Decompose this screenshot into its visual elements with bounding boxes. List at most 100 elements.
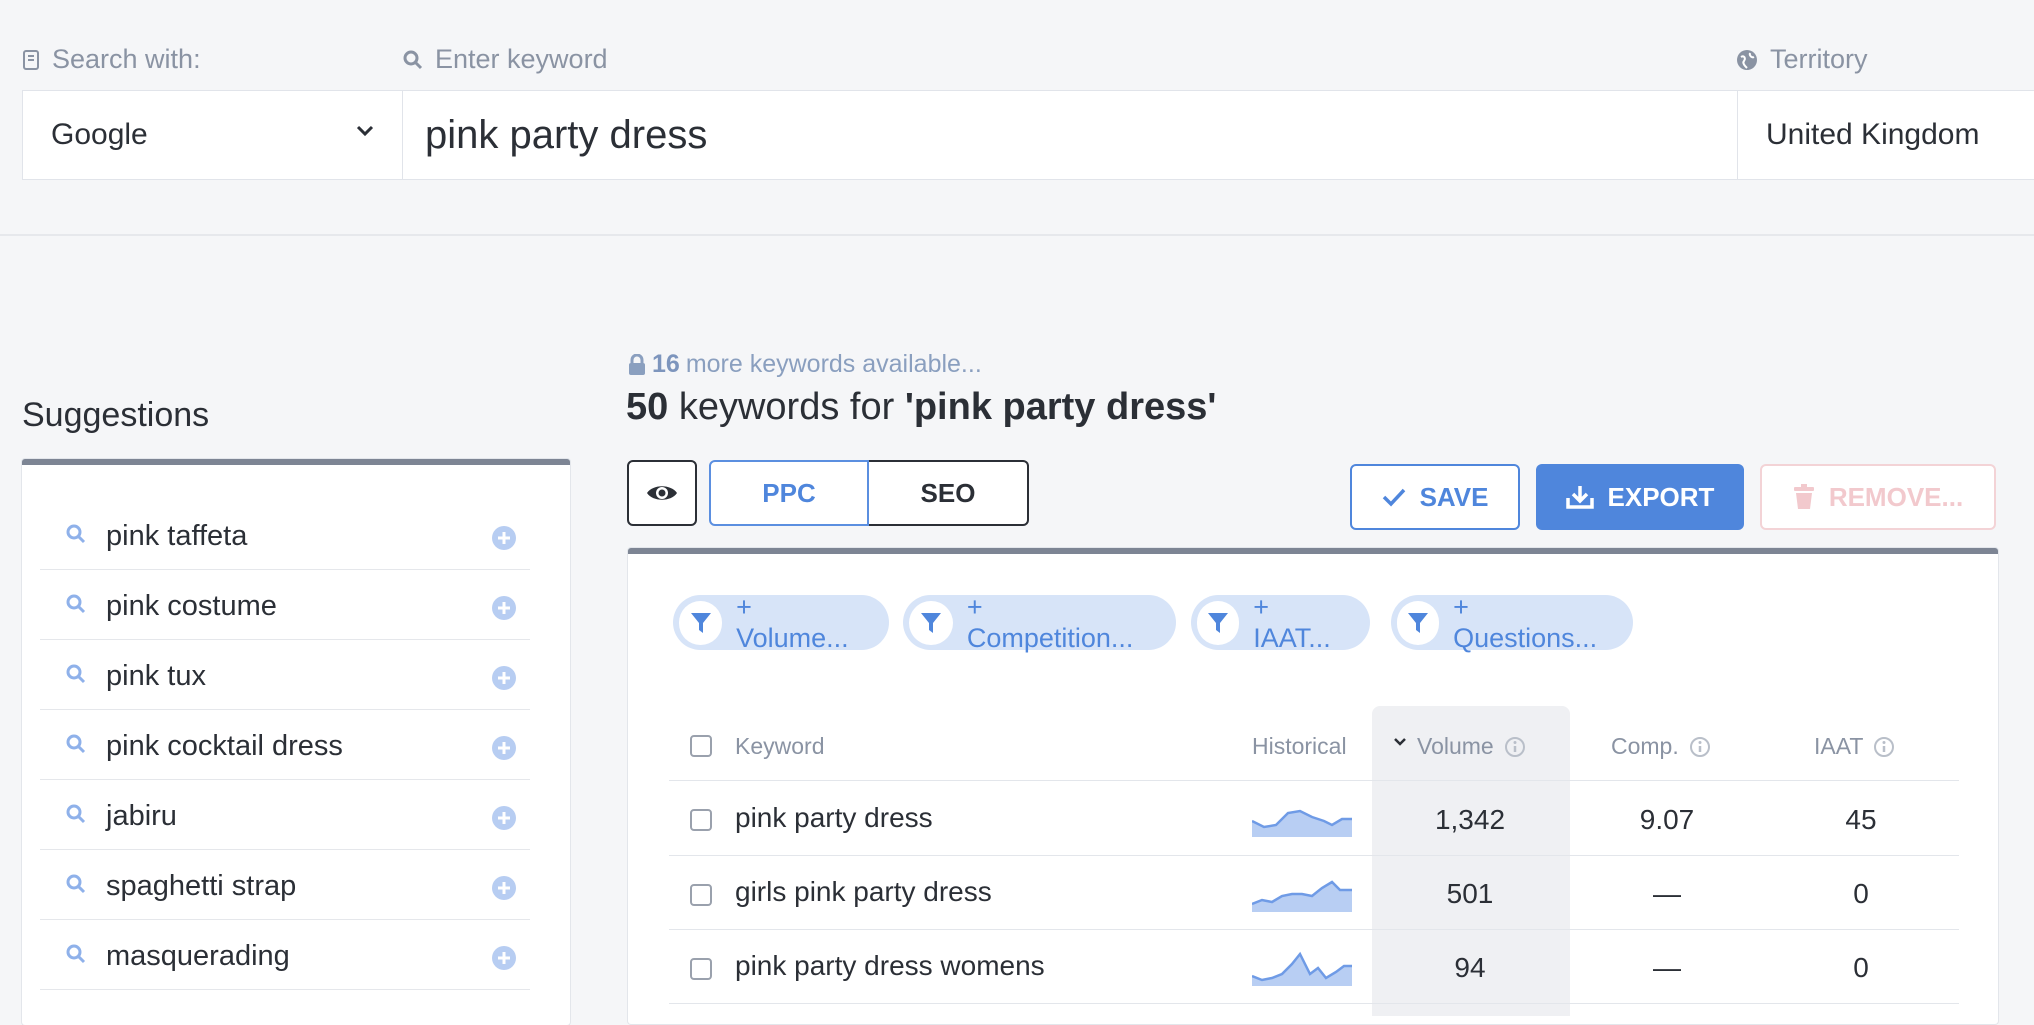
info-icon[interactable] bbox=[1504, 736, 1526, 758]
results-keyword: 'pink party dress' bbox=[904, 386, 1217, 428]
filter-questions-label: + Questions... bbox=[1453, 591, 1598, 653]
add-icon[interactable] bbox=[492, 946, 516, 970]
territory-value: United Kingdom bbox=[1766, 118, 1980, 151]
suggestion-label: pink tux bbox=[106, 660, 206, 692]
territory-label: Territory bbox=[1736, 44, 1868, 75]
add-icon[interactable] bbox=[492, 666, 516, 690]
suggestion-label: jabiru bbox=[106, 800, 177, 832]
funnel-icon bbox=[1397, 600, 1440, 645]
row-divider bbox=[669, 1003, 1959, 1004]
more-keywords-link[interactable]: 16 more keywords available... bbox=[628, 350, 982, 379]
row-keyword[interactable]: girls pink party dress bbox=[735, 876, 992, 908]
chevron-down-icon bbox=[356, 125, 374, 137]
row-volume: 94 bbox=[1454, 952, 1486, 983]
engine-select[interactable]: Google bbox=[23, 91, 403, 179]
historical-sparkline bbox=[1252, 880, 1352, 912]
suggestion-item[interactable]: pink tux bbox=[40, 640, 530, 710]
search-icon bbox=[66, 804, 86, 824]
column-header-keyword[interactable]: Keyword bbox=[735, 733, 824, 760]
more-keywords-count: 16 bbox=[652, 350, 680, 378]
row-checkbox[interactable] bbox=[690, 884, 712, 906]
database-icon bbox=[23, 49, 39, 70]
suggestion-label: pink taffeta bbox=[106, 520, 248, 552]
keyword-input[interactable] bbox=[425, 91, 1755, 179]
search-icon bbox=[66, 734, 86, 754]
suggestions-title: Suggestions bbox=[22, 396, 210, 434]
suggestion-label: masquerading bbox=[106, 940, 290, 972]
suggestion-item[interactable]: pink costume bbox=[40, 570, 530, 640]
lock-icon bbox=[629, 353, 645, 375]
select-all-checkbox[interactable] bbox=[690, 735, 712, 757]
row-checkbox[interactable] bbox=[690, 958, 712, 980]
export-label: EXPORT bbox=[1607, 481, 1715, 512]
results-title: 50 keywords for 'pink party dress' bbox=[626, 386, 1216, 429]
row-comp: — bbox=[1653, 878, 1681, 909]
suggestion-item[interactable]: spaghetti strap bbox=[40, 850, 530, 920]
historical-sparkline bbox=[1252, 951, 1352, 986]
header-divider-line bbox=[669, 780, 1959, 781]
filter-iaat-chip[interactable]: + IAAT... bbox=[1191, 592, 1370, 653]
row-keyword[interactable]: pink party dress bbox=[735, 802, 933, 834]
suggestion-label: spaghetti strap bbox=[106, 870, 297, 902]
toggle-visibility-button[interactable] bbox=[627, 460, 697, 526]
add-icon[interactable] bbox=[492, 596, 516, 620]
suggestion-item[interactable]: jabiru bbox=[40, 780, 530, 850]
add-icon[interactable] bbox=[492, 736, 516, 760]
keyword-label: Enter keyword bbox=[403, 44, 608, 75]
row-iaat: 45 bbox=[1845, 804, 1877, 835]
add-icon[interactable] bbox=[492, 806, 516, 830]
search-icon bbox=[66, 594, 86, 614]
column-header-volume[interactable]: Volume bbox=[1393, 733, 1526, 760]
search-bar: Google United Kingdom bbox=[22, 90, 2034, 180]
export-button[interactable]: EXPORT bbox=[1536, 464, 1744, 530]
filter-volume-label: + Volume... bbox=[736, 591, 849, 653]
remove-label: REMOVE... bbox=[1828, 481, 1964, 512]
search-icon bbox=[66, 944, 86, 964]
results-title-middle: keywords for bbox=[678, 386, 895, 428]
row-comp: 9.07 bbox=[1639, 804, 1695, 835]
column-header-comp[interactable]: Comp. bbox=[1611, 733, 1711, 760]
suggestion-item[interactable]: pink cocktail dress bbox=[40, 710, 530, 780]
row-volume: 501 bbox=[1446, 878, 1494, 909]
info-icon[interactable] bbox=[1873, 736, 1895, 758]
info-icon[interactable] bbox=[1689, 736, 1711, 758]
funnel-icon bbox=[679, 600, 723, 645]
remove-button[interactable]: REMOVE... bbox=[1760, 464, 1996, 530]
column-header-historical: Historical bbox=[1252, 733, 1347, 759]
more-keywords-text: more keywords available... bbox=[685, 350, 982, 378]
save-button[interactable]: SAVE bbox=[1350, 464, 1520, 530]
search-icon bbox=[66, 524, 86, 544]
filter-competition-chip[interactable]: + Competition... bbox=[903, 592, 1176, 653]
search-with-label: Search with: bbox=[22, 44, 201, 75]
territory-select[interactable]: United Kingdom bbox=[1737, 91, 2034, 179]
filter-iaat-label: + IAAT... bbox=[1253, 591, 1331, 653]
suggestion-item[interactable]: masquerading bbox=[40, 920, 530, 990]
add-icon[interactable] bbox=[492, 876, 516, 900]
download-icon bbox=[1565, 486, 1594, 509]
row-divider bbox=[669, 855, 1959, 856]
tab-ppc[interactable]: PPC bbox=[709, 460, 869, 526]
search-icon bbox=[66, 874, 86, 894]
row-volume: 1,342 bbox=[1434, 804, 1506, 835]
suggestion-label: pink cocktail dress bbox=[106, 730, 343, 762]
eye-icon bbox=[647, 486, 677, 500]
filter-volume-chip[interactable]: + Volume... bbox=[673, 592, 889, 653]
historical-sparkline bbox=[1252, 809, 1352, 837]
add-icon[interactable] bbox=[492, 526, 516, 550]
globe-icon bbox=[1737, 49, 1757, 70]
suggestion-label: pink costume bbox=[106, 590, 277, 622]
tab-seo[interactable]: SEO bbox=[869, 460, 1029, 526]
save-label: SAVE bbox=[1419, 481, 1489, 512]
row-keyword[interactable]: pink party dress womens bbox=[735, 950, 1045, 982]
results-count: 50 bbox=[626, 386, 669, 428]
suggestion-item[interactable]: pink taffeta bbox=[40, 500, 530, 570]
row-divider bbox=[669, 929, 1959, 930]
engine-value: Google bbox=[51, 118, 148, 151]
suggestions-list: pink taffeta pink costume pink tux pink coc… bbox=[40, 500, 530, 990]
funnel-icon bbox=[1197, 600, 1240, 645]
row-checkbox[interactable] bbox=[690, 809, 712, 831]
funnel-icon bbox=[909, 600, 953, 645]
filter-questions-chip[interactable]: + Questions... bbox=[1391, 592, 1633, 653]
column-header-iaat[interactable]: IAAT bbox=[1814, 733, 1895, 760]
row-comp: — bbox=[1653, 952, 1681, 983]
